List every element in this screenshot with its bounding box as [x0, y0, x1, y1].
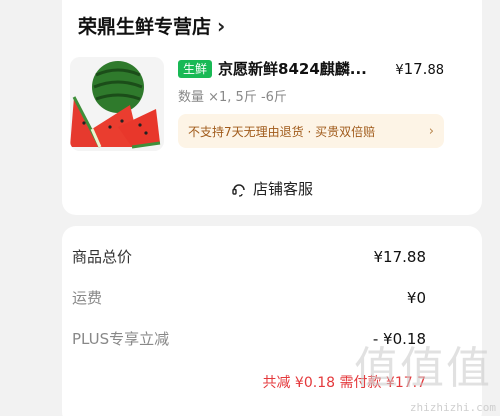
store-header[interactable]: 荣鼎生鲜专营店 ›	[78, 12, 225, 39]
watermark-logo: 值值值	[354, 343, 492, 394]
shipping-value: ¥0	[406, 288, 426, 307]
price-symbol: ¥	[395, 63, 404, 78]
product-name[interactable]: 京愿新鲜8424麒麟...	[218, 58, 367, 79]
product-image[interactable]	[70, 57, 164, 151]
shipping-row: 运费 ¥0	[72, 287, 426, 308]
chevron-right-icon: ›	[428, 123, 434, 139]
chevron-right-icon[interactable]: ›	[217, 14, 225, 38]
goods-total-label: 商品总价	[72, 248, 133, 266]
store-card: 荣鼎生鲜专营店 › 生鲜 京愿新鲜8424麒麟... ¥17.88 数量 ×1,…	[62, 0, 482, 215]
fresh-tag: 生鲜	[178, 59, 213, 78]
shipping-label: 运费	[72, 289, 103, 307]
headset-icon	[232, 183, 245, 197]
store-name[interactable]: 荣鼎生鲜专营店	[78, 12, 211, 39]
product-title[interactable]: 生鲜 京愿新鲜8424麒麟...	[178, 58, 398, 79]
watermelon-image	[70, 57, 164, 151]
price-integer: 17.	[403, 60, 428, 78]
price-decimal: 88	[427, 63, 444, 78]
watermark-site: zhizhizhi.com	[409, 401, 496, 414]
service-label: 店铺客服	[252, 180, 313, 198]
return-policy-notice[interactable]: 不支持7天无理由退货 · 买贵双倍赔 ›	[178, 114, 444, 148]
product-quantity: 数量 ×1, 5斤 -6斤	[178, 90, 287, 105]
store-service-button[interactable]: 店铺客服	[62, 178, 482, 199]
goods-total-value: ¥17.88	[373, 247, 427, 266]
goods-total-row: 商品总价 ¥17.88	[72, 246, 426, 267]
product-price: ¥17.88	[395, 60, 444, 78]
notice-text: 不支持7天无理由退货 · 买贵双倍赔	[188, 124, 376, 139]
plus-discount-label: PLUS专享立减	[72, 330, 170, 348]
